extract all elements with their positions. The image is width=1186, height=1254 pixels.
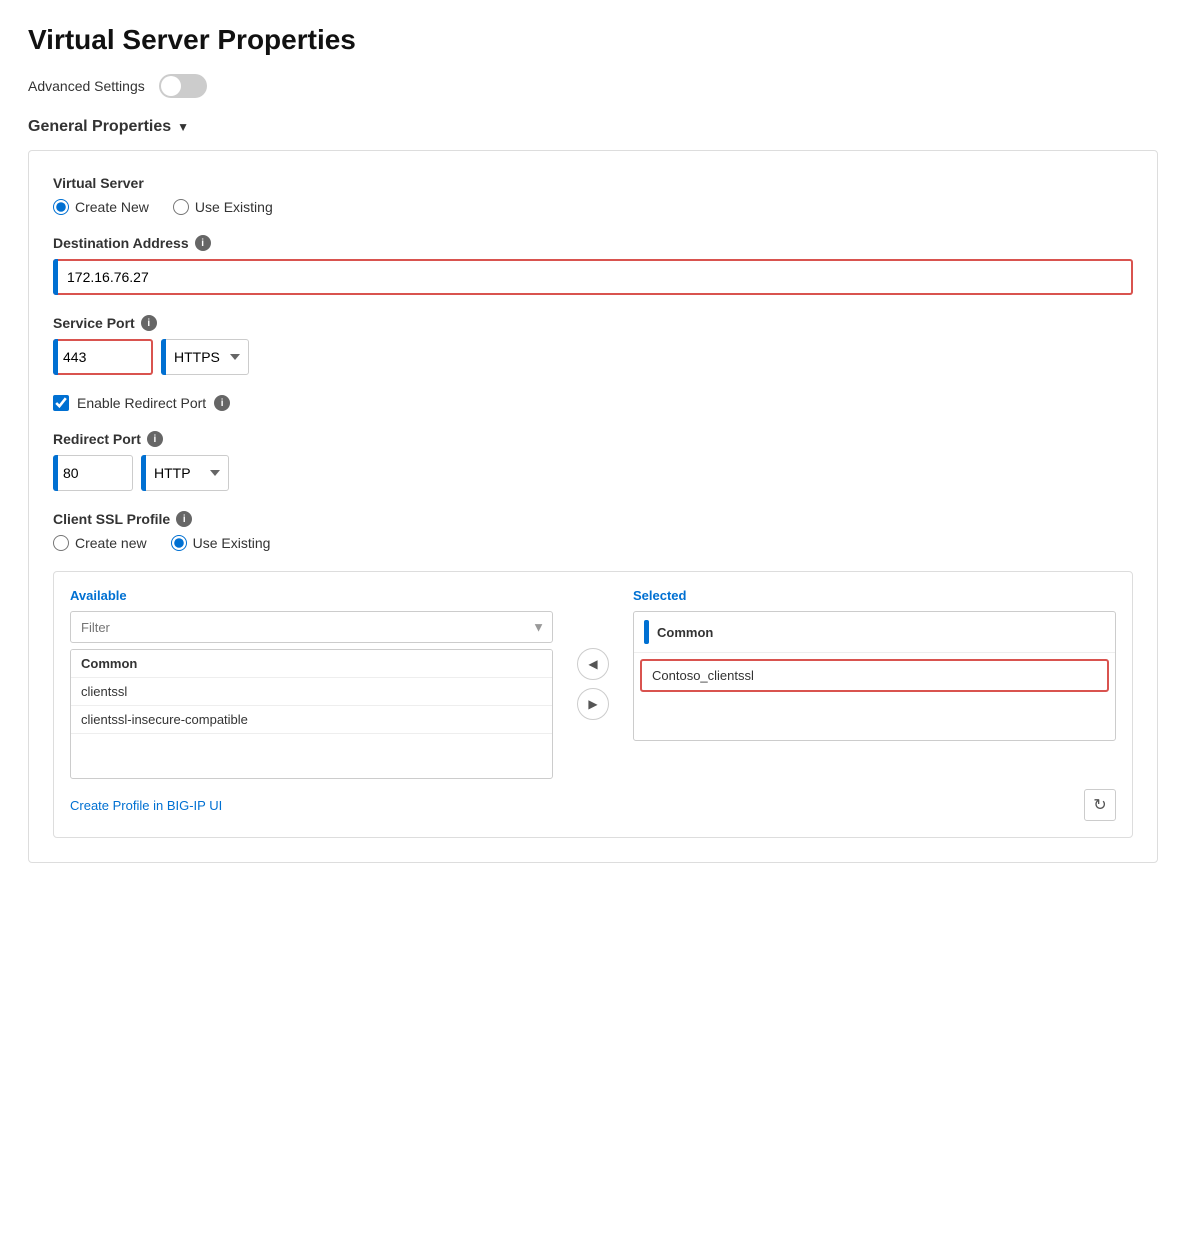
list-item[interactable]: clientssl [71, 678, 552, 706]
destination-address-input[interactable] [53, 259, 1133, 295]
profile-bottom-row: Create Profile in BIG-IP UI ↻ [70, 789, 1116, 821]
profile-columns: Available ▼ Common clientssl clientssl-i… [70, 588, 1116, 779]
filter-input-wrapper: ▼ [70, 611, 553, 643]
service-port-field-group: Service Port i HTTPS HTTP Other [53, 315, 1133, 375]
redirect-protocol-select[interactable]: HTTP HTTPS Other [141, 455, 229, 491]
general-properties-box: Virtual Server Create New Use Existing D… [28, 150, 1158, 863]
service-port-input-wrapper [53, 339, 153, 375]
service-port-row: HTTPS HTTP Other [53, 339, 1133, 375]
redirect-port-info-icon[interactable]: i [147, 431, 163, 447]
client-ssl-profile-info-icon[interactable]: i [176, 511, 192, 527]
filter-icon: ▼ [532, 620, 545, 635]
client-ssl-profile-label: Client SSL Profile i [53, 511, 1133, 527]
service-protocol-select-wrapper: HTTPS HTTP Other [161, 339, 249, 375]
available-column: Available ▼ Common clientssl clientssl-i… [70, 588, 553, 779]
general-properties-arrow-icon[interactable]: ▼ [177, 120, 189, 134]
available-group-header: Common [71, 650, 552, 678]
refresh-icon: ↻ [1093, 795, 1106, 815]
advanced-settings-label: Advanced Settings [28, 78, 145, 94]
enable-redirect-port-row: Enable Redirect Port i [53, 395, 1133, 411]
service-port-input[interactable] [53, 339, 153, 375]
service-port-info-icon[interactable]: i [141, 315, 157, 331]
available-col-label: Available [70, 588, 553, 603]
service-port-label: Service Port i [53, 315, 1133, 331]
transfer-col: ◀ ▶ [569, 588, 617, 779]
client-ssl-profile-radio-row: Create new Use Existing [53, 535, 1133, 551]
client-ssl-create-new-option[interactable]: Create new [53, 535, 147, 551]
client-ssl-use-existing-label: Use Existing [193, 535, 271, 551]
available-list-box[interactable]: Common clientssl clientssl-insecure-comp… [70, 649, 553, 779]
refresh-button[interactable]: ↻ [1084, 789, 1116, 821]
virtual-server-use-existing-label: Use Existing [195, 199, 273, 215]
destination-address-label: Destination Address i [53, 235, 1133, 251]
filter-input[interactable] [70, 611, 553, 643]
selected-col-label: Selected [633, 588, 1116, 603]
transfer-left-button[interactable]: ◀ [577, 648, 609, 680]
enable-redirect-port-info-icon[interactable]: i [214, 395, 230, 411]
selected-group-header: Common [634, 612, 1115, 653]
general-properties-header: General Properties ▼ [28, 118, 1158, 136]
redirect-port-label: Redirect Port i [53, 431, 1133, 447]
virtual-server-use-existing-option[interactable]: Use Existing [173, 199, 273, 215]
advanced-settings-toggle[interactable] [159, 74, 207, 98]
destination-address-input-wrapper [53, 259, 1133, 295]
selected-item[interactable]: Contoso_clientssl [640, 659, 1109, 692]
destination-address-field-group: Destination Address i [53, 235, 1133, 295]
virtual-server-label: Virtual Server [53, 175, 1133, 191]
redirect-protocol-select-wrapper: HTTP HTTPS Other [141, 455, 229, 491]
client-ssl-use-existing-option[interactable]: Use Existing [171, 535, 271, 551]
arrow-left-icon: ◀ [588, 657, 597, 671]
virtual-server-create-new-label: Create New [75, 199, 149, 215]
list-item[interactable]: clientssl-insecure-compatible [71, 706, 552, 734]
redirect-port-field-group: Redirect Port i HTTP HTTPS Other [53, 431, 1133, 491]
virtual-server-use-existing-radio[interactable] [173, 199, 189, 215]
general-properties-label: General Properties [28, 118, 171, 136]
redirect-port-input-wrapper [53, 455, 133, 491]
virtual-server-field-group: Virtual Server Create New Use Existing [53, 175, 1133, 215]
selected-list-box: Common Contoso_clientssl [633, 611, 1116, 741]
client-ssl-profile-field-group: Client SSL Profile i Create new Use Exis… [53, 511, 1133, 551]
destination-address-info-icon[interactable]: i [195, 235, 211, 251]
create-profile-link[interactable]: Create Profile in BIG-IP UI [70, 798, 222, 813]
redirect-port-row: HTTP HTTPS Other [53, 455, 1133, 491]
virtual-server-create-new-option[interactable]: Create New [53, 199, 149, 215]
page-title: Virtual Server Properties [28, 24, 1158, 56]
client-ssl-use-existing-radio[interactable] [171, 535, 187, 551]
advanced-settings-row: Advanced Settings [28, 74, 1158, 98]
redirect-port-input[interactable] [53, 455, 133, 491]
enable-redirect-port-checkbox[interactable] [53, 395, 69, 411]
profile-list-section: Available ▼ Common clientssl clientssl-i… [53, 571, 1133, 838]
virtual-server-create-new-radio[interactable] [53, 199, 69, 215]
client-ssl-create-new-radio[interactable] [53, 535, 69, 551]
arrow-right-icon: ▶ [588, 697, 597, 711]
transfer-right-button[interactable]: ▶ [577, 688, 609, 720]
service-protocol-select[interactable]: HTTPS HTTP Other [161, 339, 249, 375]
client-ssl-create-new-label: Create new [75, 535, 147, 551]
selected-column: Selected Common Contoso_clientssl [633, 588, 1116, 779]
virtual-server-radio-row: Create New Use Existing [53, 199, 1133, 215]
enable-redirect-port-label: Enable Redirect Port [77, 395, 206, 411]
